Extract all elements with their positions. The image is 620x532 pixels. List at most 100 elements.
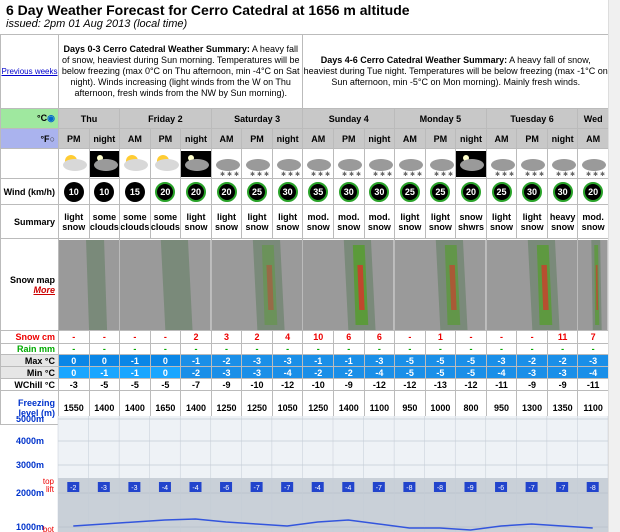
snow-map-image[interactable]	[485, 238, 579, 331]
rain-cell: -	[302, 343, 335, 355]
svg-text:✱: ✱	[448, 171, 453, 177]
min-label: Min °C	[0, 366, 59, 379]
temp-badge-label: -7	[284, 485, 290, 492]
wind-arrow-icon: 20	[583, 181, 604, 202]
min-temp-cell: -3	[546, 366, 579, 379]
rain-cell: -	[88, 343, 121, 355]
weather-summary-cell: snow shwrs	[455, 204, 487, 239]
vertical-scrollbar[interactable]	[608, 0, 620, 532]
day-row: °C◉ Thu Friday 2 Saturday 3 Sunday 4 Monday 5…	[0, 108, 609, 129]
altitude-label: 5000m	[16, 416, 44, 424]
period-label: AM	[577, 128, 609, 149]
min-temp-cell: -3	[210, 366, 243, 379]
min-temp-row: Min °C 0 -1 -1 0 -2 -3 -3 -4 -2 -2 -4 -5 -5 -5 -4 -3 -3 -4	[0, 366, 609, 379]
svg-text:✱: ✱	[373, 171, 378, 177]
forecast-table: Previous weeks Days 0-3 Cerro Catedral We…	[0, 34, 609, 425]
wind-arrow-icon: 30	[369, 181, 390, 202]
snow-cloud-icon: ✱ ✱ ✱	[215, 158, 240, 177]
snow-row: Snow cm - - - -2 3 2 4 10 6 6-1- - -11 7	[0, 330, 609, 344]
period-label: PM	[424, 128, 457, 149]
snow-cell: -	[516, 330, 548, 344]
snow-cell: 4	[271, 330, 304, 344]
rain-cell: -	[271, 343, 304, 355]
snow-map-image[interactable]	[57, 238, 121, 331]
previous-weeks-link[interactable]: Previous weeks	[2, 67, 58, 76]
weather-summary-cell: heavy snow	[546, 204, 579, 239]
weather-icon-row: ✱ ✱ ✱ ✱ ✱ ✱ ✱ ✱ ✱ ✱ ✱ ✱ ✱ ✱ ✱ ✱ ✱ ✱ ✱ ✱ ✱ ✱ ✱ ✱ ✱ ✱ ✱ ✱ ✱ ✱ ✱ ✱ ✱ ✱ ✱ ✱	[0, 148, 609, 179]
wind-row: Wind (km/h) 10 10 15 20 20 20 25 30 35 30 30 25 25 20 2…	[0, 178, 609, 205]
snow-cell: 10	[302, 330, 335, 344]
weather-icon-cell: ✱ ✱ ✱	[271, 148, 304, 179]
snow-map-image[interactable]	[577, 238, 609, 331]
snow-cell: 2	[180, 330, 212, 344]
wind-cell: 25	[485, 178, 518, 205]
snow-map-thumbnail	[487, 239, 577, 330]
altitude-label: 4000m	[16, 436, 44, 446]
wind-cell: 35	[302, 178, 335, 205]
snow-cell: 1	[424, 330, 457, 344]
period-label: night	[88, 128, 121, 149]
weather-icon-cell: ✱ ✱ ✱	[210, 148, 243, 179]
bot-label: bot	[43, 525, 55, 532]
snow-cell: -	[88, 330, 121, 344]
svg-text:✱: ✱	[495, 171, 500, 177]
period-label: AM	[485, 128, 518, 149]
page-title: 6 Day Weather Forecast for Cerro Catedra…	[6, 2, 410, 18]
snow-cloud-icon: ✱ ✱ ✱	[490, 158, 515, 177]
rain-cell: -	[394, 343, 426, 355]
issued-time: issued: 2pm 01 Aug 2013 (local time)	[6, 18, 188, 30]
max-temp-row: Max °C 0 0 -1 0 -1 -2 -3 -3 -1 -1 -3 -5 -5 -5 -3 -2 -2 -3	[0, 354, 609, 367]
min-temp-cell: -3	[241, 366, 273, 379]
period-label: PM	[241, 128, 273, 149]
svg-text:✱: ✱	[325, 171, 330, 177]
day-header: Monday 5	[394, 108, 487, 129]
period-label: night	[363, 128, 396, 149]
min-temp-cell: -5	[394, 366, 426, 379]
svg-text:✱: ✱	[227, 171, 232, 177]
snow-cloud-icon: ✱ ✱ ✱	[551, 158, 576, 177]
min-temp-cell: -5	[424, 366, 457, 379]
wind-cell: 15	[119, 178, 151, 205]
summary-label: Summary	[0, 204, 59, 239]
weather-summary-row: Summary light snow some clouds some clouds s…	[0, 204, 609, 239]
snow-map-label: Snow map	[9, 274, 55, 285]
rain-cell: -	[455, 343, 487, 355]
rain-row: Rain mm - - - - - - - - - - - - - - - - - -	[0, 343, 609, 355]
unit-fahrenheit-label: °F	[40, 133, 50, 144]
min-temp-cell: 0	[149, 366, 182, 379]
snow-cell: -	[485, 330, 518, 344]
sun-cloud-icon	[63, 154, 87, 171]
snow-map-more-link[interactable]: More	[33, 285, 55, 295]
wind-arrow-icon: 30	[338, 181, 359, 202]
max-temp-cell: -1	[333, 354, 365, 367]
rain-cell: -	[241, 343, 273, 355]
icon-row-label	[0, 148, 59, 179]
svg-text:✱: ✱	[220, 171, 225, 177]
wind-arrow-icon: 30	[277, 181, 298, 202]
wind-cell: 25	[394, 178, 426, 205]
min-temp-cell: -3	[516, 366, 548, 379]
summary-days-4-6: Days 4-6 Cerro Catedral Weather Summary:…	[302, 34, 609, 109]
rain-cell: -	[149, 343, 182, 355]
snow-cell: 3	[210, 330, 243, 344]
unit-celsius-toggle[interactable]: °C◉	[0, 108, 59, 129]
period-label: night	[546, 128, 579, 149]
wind-arrow-icon: 10	[63, 181, 84, 202]
snow-map-image[interactable]	[119, 238, 212, 331]
period-label: night	[180, 128, 212, 149]
weather-icon-cell: ✱ ✱ ✱	[394, 148, 426, 179]
snow-map-image[interactable]	[302, 238, 396, 331]
temp-badge-label: -4	[315, 485, 321, 492]
rain-cell: -	[333, 343, 365, 355]
svg-text:✱: ✱	[288, 171, 293, 177]
unit-fahrenheit-toggle[interactable]: °F○	[0, 128, 59, 149]
min-temp-cell: -1	[119, 366, 151, 379]
wind-chill-cell: -10	[241, 378, 273, 391]
weather-icon-cell: ✱ ✱ ✱	[363, 148, 396, 179]
snow-map-image[interactable]	[210, 238, 304, 331]
snow-cell: 6	[363, 330, 396, 344]
wind-cell: 25	[424, 178, 457, 205]
snow-map-thumbnail	[303, 239, 394, 330]
snow-map-image[interactable]	[394, 238, 487, 331]
wind-arrow-icon: 25	[491, 181, 512, 202]
